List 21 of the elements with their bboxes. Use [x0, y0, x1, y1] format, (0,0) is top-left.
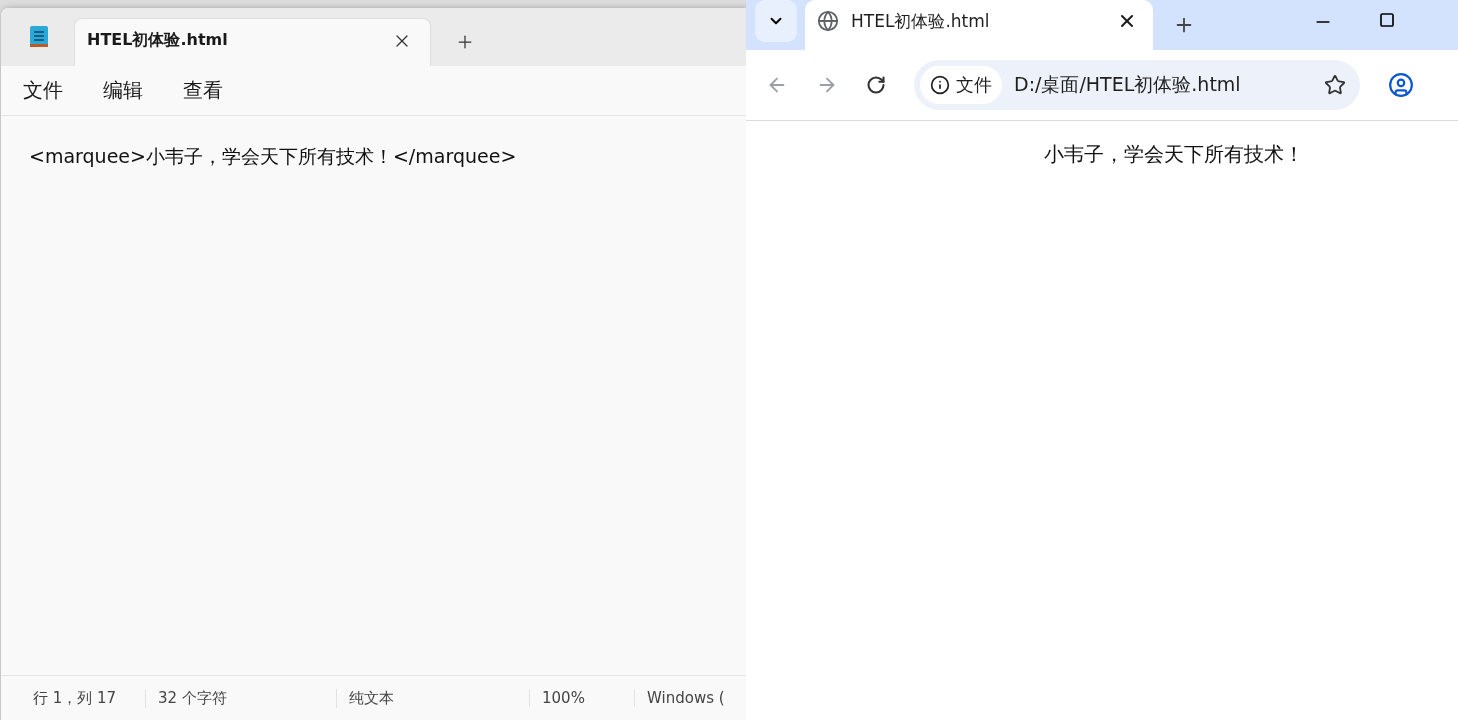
star-icon[interactable] [1324, 74, 1346, 96]
menu-item[interactable]: 编辑 [103, 77, 143, 104]
status-text: 纯文本 [336, 688, 529, 708]
menu-item[interactable]: 文件 [23, 77, 63, 104]
status-text: 32 个字符 [145, 688, 336, 708]
globe-icon [817, 10, 839, 32]
notepad-app-icon [28, 24, 50, 48]
status-text: 行 1，列 17 [32, 688, 118, 708]
page-text: 小韦子，学会天下所有技术！ [1044, 142, 1304, 166]
site-info-button[interactable]: 文件 [920, 66, 1002, 104]
editor-text: <marquee>小韦子，学会天下所有技术！</marquee> [29, 145, 517, 167]
profile-icon[interactable] [1388, 72, 1414, 98]
reload-icon[interactable] [866, 75, 886, 95]
info-icon [930, 75, 950, 95]
file-tab[interactable]: HTEL初体验.html [74, 18, 431, 66]
menu-item[interactable]: 查看 [183, 77, 223, 104]
url-text: D:/桌面/HTEL初体验.html [1014, 72, 1242, 97]
maximize-icon[interactable] [1379, 12, 1395, 28]
address-bar[interactable]: 文件 D:/桌面/HTEL初体验.html [914, 60, 1360, 110]
status-text: 100% [529, 689, 634, 707]
browser-tab[interactable]: HTEL初体验.html [805, 0, 1153, 50]
